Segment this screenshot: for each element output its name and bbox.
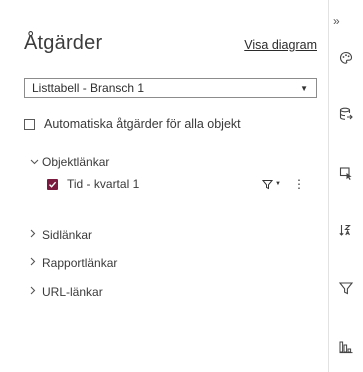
filter-icon[interactable] bbox=[338, 280, 354, 296]
chevron-down-icon bbox=[30, 157, 42, 168]
more-options-icon[interactable]: ⋮ bbox=[293, 177, 305, 191]
chart-icon[interactable] bbox=[338, 339, 354, 355]
object-select-value: Listtabell - Bransch 1 bbox=[32, 81, 145, 95]
tree-item-label: Sidlänkar bbox=[42, 228, 93, 242]
page-title: Åtgärder bbox=[24, 32, 103, 54]
palette-icon[interactable] bbox=[338, 50, 354, 66]
auto-actions-option[interactable]: Automatiska åtgärder för alla objekt bbox=[24, 117, 241, 131]
tree-item-page-links[interactable]: Sidlänkar bbox=[30, 228, 92, 242]
auto-actions-label: Automatiska åtgärder för alla objekt bbox=[44, 117, 241, 131]
chevron-right-icon bbox=[30, 229, 42, 241]
right-icon-rail: » bbox=[329, 0, 363, 372]
caret-down-icon: ▼ bbox=[275, 181, 281, 187]
tree-item-label: URL-länkar bbox=[42, 285, 103, 299]
data-icon[interactable] bbox=[338, 106, 354, 122]
tree-item-object-links[interactable]: Objektlänkar bbox=[30, 155, 109, 169]
time-quarter-checkbox[interactable] bbox=[47, 178, 58, 190]
tree-item-label: Rapportlänkar bbox=[42, 256, 118, 270]
actions-panel: Åtgärder Visa diagram Listtabell - Brans… bbox=[0, 0, 329, 372]
tree-item-url-links[interactable]: URL-länkar bbox=[30, 285, 103, 299]
chevron-right-icon bbox=[30, 257, 42, 269]
panel-header: Åtgärder Visa diagram bbox=[24, 32, 317, 55]
tree-item-label: Objektlänkar bbox=[42, 155, 110, 169]
filter-dropdown-button[interactable]: ▼ bbox=[262, 179, 281, 190]
chevron-right-icon bbox=[30, 286, 42, 298]
ranks-icon[interactable] bbox=[338, 222, 354, 238]
tree-child-time-quarter[interactable]: Tid - kvartal 1 ▼ ⋮ bbox=[47, 176, 305, 192]
actions-icon[interactable] bbox=[338, 165, 354, 181]
chevron-down-icon: ▼ bbox=[300, 83, 308, 93]
show-diagram-link[interactable]: Visa diagram bbox=[244, 38, 317, 52]
auto-actions-checkbox[interactable] bbox=[24, 118, 35, 130]
actions-pane: Åtgärder Visa diagram Listtabell - Brans… bbox=[0, 0, 363, 372]
filter-icon bbox=[262, 179, 274, 189]
collapse-pane-icon[interactable]: » bbox=[333, 14, 340, 28]
tree-item-report-links[interactable]: Rapportlänkar bbox=[30, 256, 117, 270]
tree-child-label: Tid - kvartal 1 bbox=[67, 177, 140, 191]
object-select[interactable]: Listtabell - Bransch 1 ▼ bbox=[24, 78, 317, 98]
